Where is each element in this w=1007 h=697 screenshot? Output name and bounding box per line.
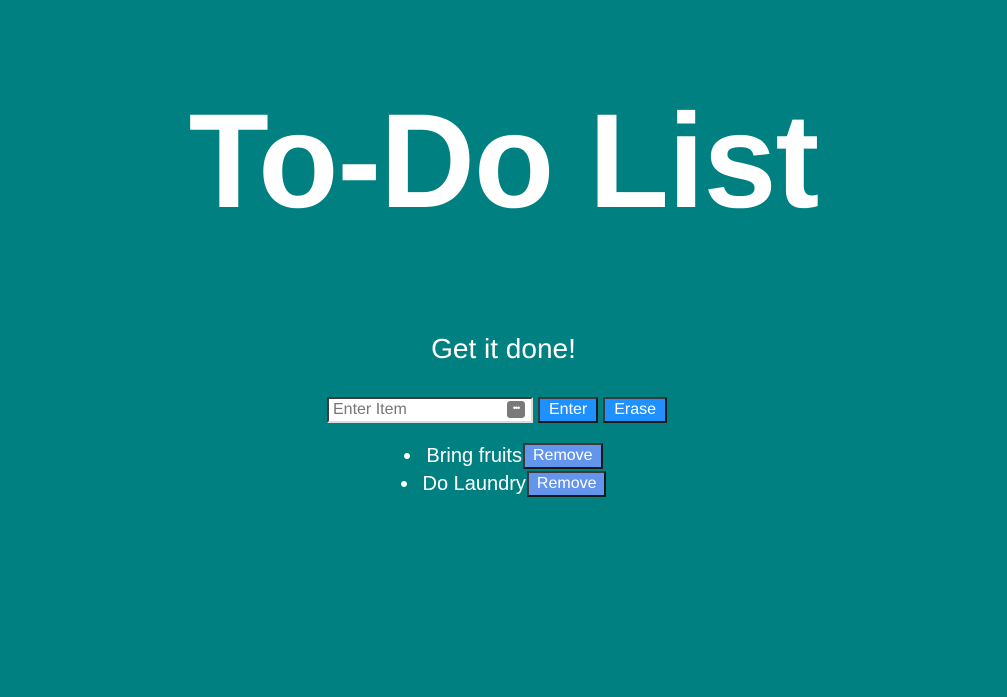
password-manager-icon[interactable]: ••• bbox=[507, 401, 525, 418]
page-title: To-Do List bbox=[188, 87, 820, 236]
todo-page: To-Do List Get it done! ••• Enter Erase … bbox=[0, 0, 1007, 697]
bullet-dot-icon bbox=[400, 481, 407, 487]
erase-button[interactable]: Erase bbox=[603, 397, 668, 423]
remove-button[interactable]: Remove bbox=[526, 471, 607, 497]
remove-button[interactable]: Remove bbox=[523, 443, 603, 469]
todo-list: Bring fruits Remove Do Laundry Remove bbox=[0, 442, 1007, 498]
list-item-text: Do Laundry bbox=[422, 472, 526, 495]
item-input-wrapper: ••• bbox=[327, 397, 533, 423]
page-subtitle: Get it done! bbox=[431, 333, 576, 364]
item-input[interactable] bbox=[329, 399, 505, 421]
enter-button[interactable]: Enter bbox=[538, 397, 599, 423]
list-item: Bring fruits Remove bbox=[0, 442, 1007, 470]
list-item-text: Bring fruits bbox=[426, 444, 522, 467]
add-item-form: ••• Enter Erase bbox=[327, 397, 668, 423]
bullet-dot-icon bbox=[404, 453, 411, 459]
list-item: Do Laundry Remove bbox=[0, 470, 1007, 498]
